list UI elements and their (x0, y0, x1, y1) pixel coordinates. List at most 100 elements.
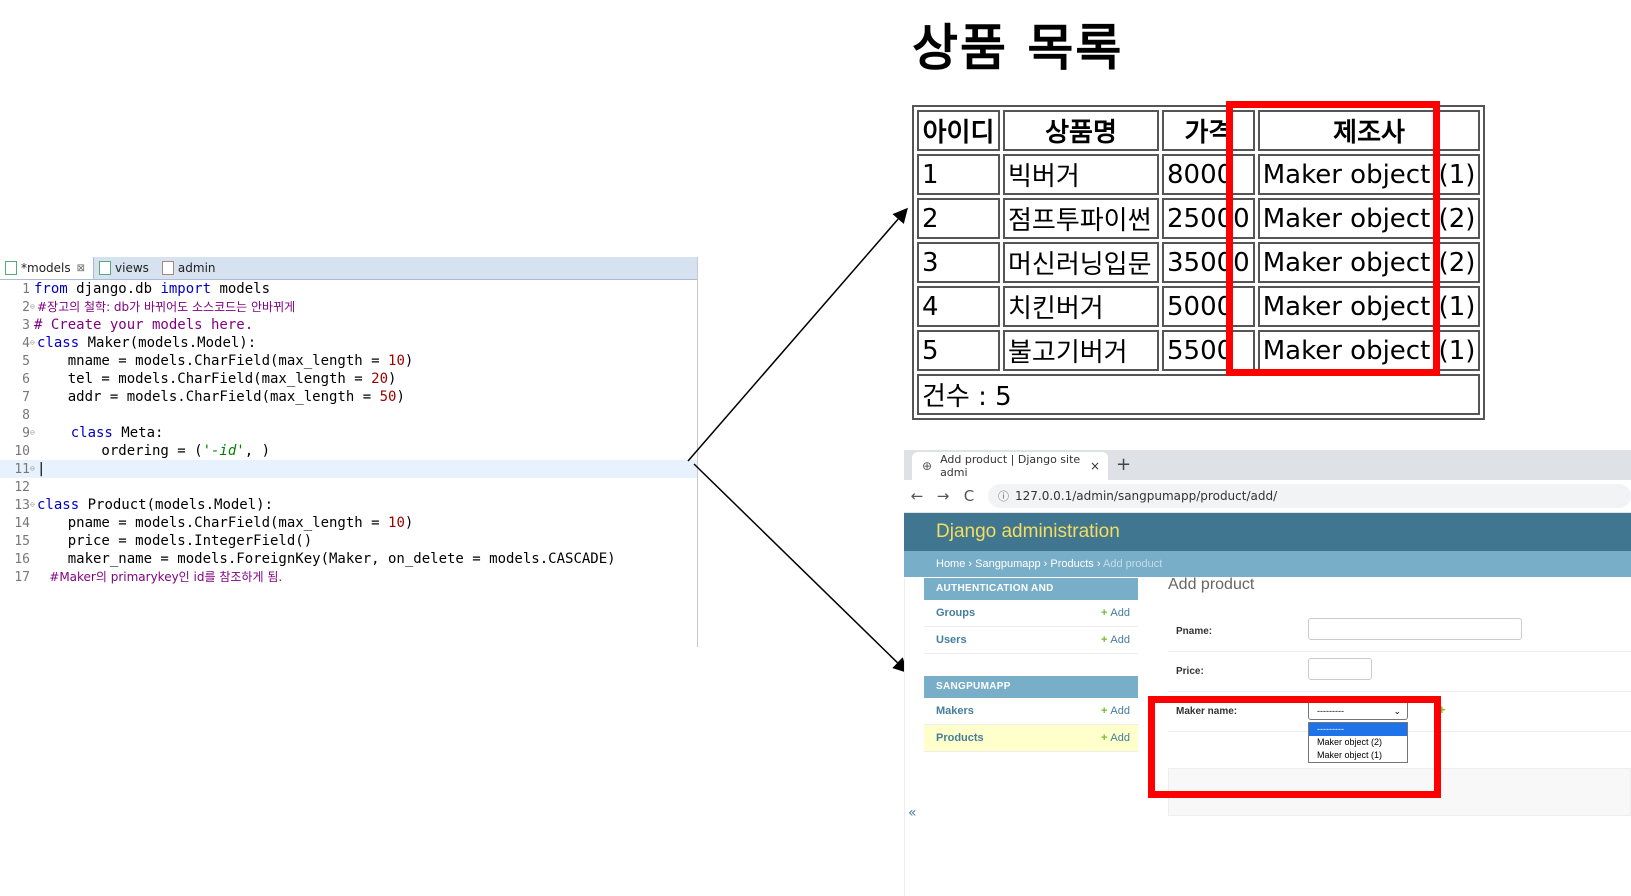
cell-id: 4 (917, 286, 1000, 327)
sidebar-item-groups: Groups + Add (924, 600, 1138, 627)
fold-icon[interactable]: ⊖ (30, 496, 37, 514)
code-line: 17 #Maker의 primarykey인 id를 참조하게 됨. (14, 570, 283, 585)
browser-tab[interactable]: ⊕ Add product | Django site admi × (912, 452, 1108, 480)
url-text: 127.0.0.1/admin/sangpumapp/product/add/ (1015, 489, 1278, 503)
plus-icon: + (1100, 732, 1111, 744)
module-caption[interactable]: SANGPUMAPP (924, 676, 1138, 698)
python-file-icon (99, 261, 112, 275)
globe-icon: ⊕ (922, 459, 933, 473)
breadcrumb-home[interactable]: Home (936, 558, 965, 570)
cell-name: 불고기버거 (1003, 330, 1159, 371)
cell-name: 치킨버거 (1003, 286, 1159, 327)
code-line: 13⊖ class Product(models.Model): (14, 496, 274, 514)
add-link[interactable]: + Add (1101, 627, 1130, 653)
sidebar-item-products: Products + Add (924, 725, 1138, 752)
code-line: 5 mname = models.CharField(max_length = … (22, 353, 414, 369)
url-input[interactable]: ⓘ 127.0.0.1/admin/sangpumapp/product/add… (988, 484, 1631, 508)
breadcrumb-app[interactable]: Sangpumapp (975, 558, 1040, 570)
code-line: 12 (14, 480, 30, 495)
cell-id: 1 (917, 154, 1000, 195)
browser-tab-strip: ⊕ Add product | Django site admi × + (904, 450, 1631, 480)
price-label: Price: (1176, 666, 1204, 677)
tab-admin[interactable]: admin (157, 257, 224, 279)
fold-icon[interactable]: ⊖ (30, 298, 37, 316)
code-line: 1 from django.db import models (22, 281, 271, 297)
text-cursor: | (37, 461, 46, 477)
nav-module-auth: AUTHENTICATION AND AUTHORIZATION Groups … (924, 578, 1138, 654)
model-link[interactable]: Users (936, 627, 967, 653)
python-file-icon (5, 261, 17, 275)
add-link[interactable]: + Add (1101, 698, 1130, 724)
code-editor[interactable]: *models ⊠ views admin 1 from django.db im… (0, 257, 698, 647)
code-area[interactable]: 1 from django.db import models 2⊖ #장고의 철학:… (0, 280, 697, 586)
back-icon[interactable]: ← (904, 487, 930, 505)
form-row-pname: Pname: (1168, 612, 1631, 652)
python-file-icon (161, 261, 174, 275)
arrow-to-admin (693, 463, 909, 674)
code-line: 16 maker_name = models.ForeignKey(Maker,… (14, 551, 616, 567)
price-input[interactable] (1308, 658, 1372, 680)
tab-models[interactable]: *models ⊠ (0, 257, 95, 279)
model-link[interactable]: Products (936, 725, 984, 751)
site-header[interactable]: Django administration (904, 513, 1631, 551)
code-line: 10 ordering = ('-id', ) (14, 443, 271, 459)
module-caption[interactable]: AUTHENTICATION AND AUTHORIZATION (924, 578, 1138, 616)
count-cell: 건수 : 5 (917, 374, 1481, 415)
pname-label: Pname: (1176, 626, 1213, 637)
arrow-to-list (687, 207, 908, 462)
plus-icon: + (1100, 607, 1111, 619)
reload-icon[interactable]: C (956, 487, 982, 505)
browser-window: ⊕ Add product | Django site admi × + ← →… (904, 450, 1631, 896)
new-tab-icon[interactable]: + (1116, 454, 1131, 475)
editor-tab-bar: *models ⊠ views admin (0, 257, 697, 280)
model-link[interactable]: Groups (936, 600, 975, 626)
fold-icon[interactable]: ⊖ (30, 424, 37, 442)
browser-tab-title: Add product | Django site admi (940, 453, 1081, 479)
code-line: 7 addr = models.CharField(max_length = 5… (22, 389, 405, 405)
tab-label: views (115, 261, 149, 275)
cell-name: 머신러닝입문 (1003, 242, 1159, 283)
header-id: 아이디 (917, 110, 1000, 151)
pname-input[interactable] (1308, 618, 1522, 640)
nav-module-sangpumapp: SANGPUMAPP Makers + Add Products + Add (924, 676, 1138, 752)
close-icon[interactable]: × (1090, 459, 1100, 473)
table-footer-row: 건수 : 5 (917, 374, 1481, 415)
code-line: 15 price = models.IntegerField() (14, 533, 313, 549)
code-line: 9⊖ class Meta: (22, 424, 164, 442)
admin-sidebar: AUTHENTICATION AND AUTHORIZATION Groups … (924, 578, 1138, 774)
plus-icon: + (1100, 634, 1111, 646)
sidebar-item-makers: Makers + Add (924, 698, 1138, 725)
cell-id: 3 (917, 242, 1000, 283)
tab-label: admin (177, 261, 216, 275)
breadcrumb-model[interactable]: Products (1050, 558, 1093, 570)
maker-select-highlight (1148, 696, 1441, 798)
plus-icon: + (1100, 705, 1111, 717)
sidebar-item-users: Users + Add (924, 627, 1138, 654)
maker-column-highlight (1226, 101, 1440, 376)
cell-name: 점프투파이썬 (1003, 198, 1159, 239)
form-row-price: Price: (1168, 652, 1631, 692)
collapse-sidebar-icon[interactable]: « (908, 805, 917, 821)
info-icon[interactable]: ⓘ (998, 488, 1009, 504)
add-link[interactable]: + Add (1101, 725, 1130, 751)
address-bar: ← → C ⓘ 127.0.0.1/admin/sangpumapp/produ… (904, 480, 1631, 513)
code-line: 6 tel = models.CharField(max_length = 20… (22, 371, 397, 387)
code-line: 3 # Create your models here. (22, 317, 254, 333)
cell-name: 빅버거 (1003, 154, 1159, 195)
code-line: 4⊖ class Maker(models.Model): (22, 334, 257, 352)
forward-icon[interactable]: → (930, 487, 956, 505)
close-icon[interactable]: ⊠ (77, 263, 85, 274)
add-link[interactable]: + Add (1101, 600, 1130, 626)
tab-views[interactable]: views (94, 257, 157, 279)
header-name: 상품명 (1003, 110, 1159, 151)
code-line: 2⊖ #장고의 철학: db가 바뀌어도 소스코드는 안바뀌게 (22, 298, 296, 316)
fold-icon[interactable]: ⊖ (30, 460, 37, 478)
cell-id: 5 (917, 330, 1000, 371)
tab-label: *models (21, 261, 71, 275)
model-link[interactable]: Makers (936, 698, 974, 724)
page-title: Add product (1168, 576, 1255, 593)
code-line-current: 11⊖ | (0, 460, 697, 478)
fold-icon[interactable]: ⊖ (30, 334, 37, 352)
cell-id: 2 (917, 198, 1000, 239)
code-line: 14 pname = models.CharField(max_length =… (14, 515, 414, 531)
